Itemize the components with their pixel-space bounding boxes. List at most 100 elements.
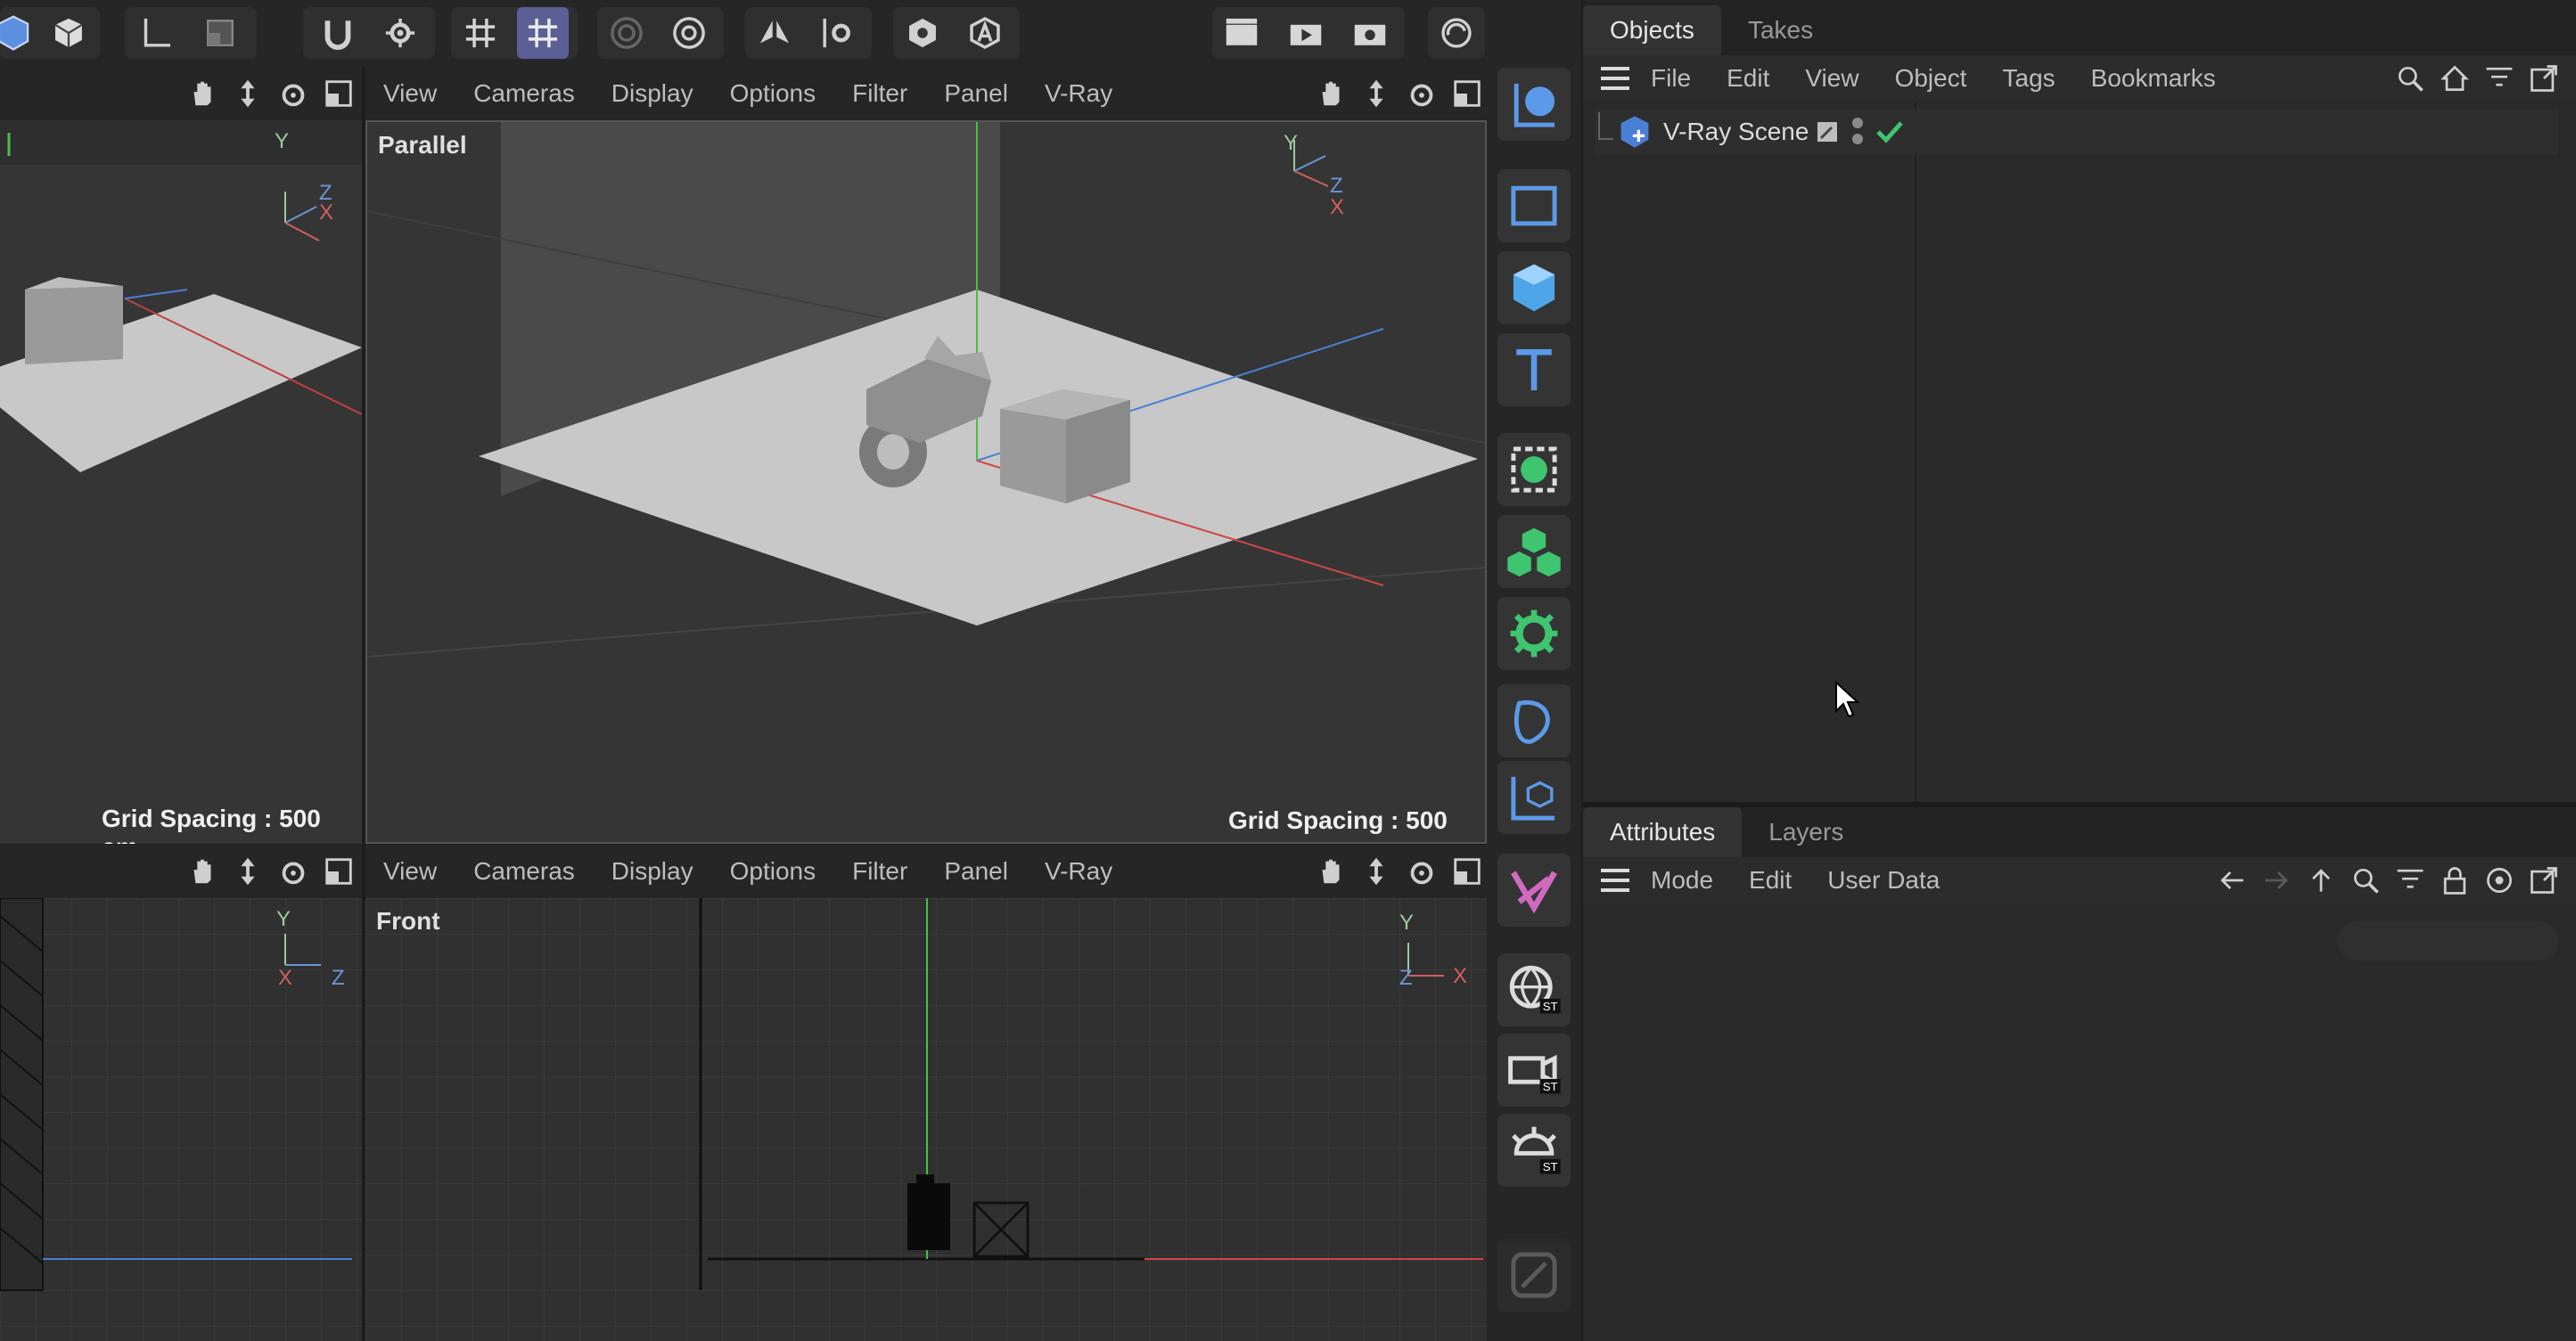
attribute-search-field[interactable] — [2337, 921, 2558, 961]
edit-tag-icon[interactable] — [1815, 119, 1840, 144]
plane-object-icon[interactable] — [1497, 169, 1571, 242]
menu-filter[interactable]: Filter — [852, 79, 907, 108]
move-icon[interactable] — [1359, 854, 1393, 888]
enabled-checkmark-icon[interactable] — [1874, 116, 1906, 148]
menu-vray[interactable]: V-Ray — [1045, 857, 1112, 886]
menu-vray[interactable]: V-Ray — [1045, 79, 1112, 108]
menu-filter[interactable]: Filter — [852, 857, 907, 886]
menu-tags[interactable]: Tags — [2003, 64, 2055, 93]
rotate-icon[interactable] — [276, 854, 310, 888]
tab-attributes[interactable]: Attributes — [1583, 807, 1743, 857]
filter-icon[interactable] — [2483, 62, 2515, 94]
search-icon[interactable] — [2350, 864, 2382, 896]
home-icon[interactable] — [2439, 62, 2471, 94]
move-icon[interactable] — [231, 77, 265, 110]
render-settings-icon[interactable] — [1344, 7, 1396, 59]
auto-icon[interactable] — [959, 7, 1011, 59]
menu-user-data[interactable]: User Data — [1827, 866, 1940, 895]
tab-objects[interactable]: Objects — [1583, 5, 1721, 55]
text-object-icon[interactable] — [1497, 333, 1571, 406]
menu-object[interactable]: Object — [1895, 64, 1967, 93]
menu-file[interactable]: File — [1651, 64, 1691, 93]
render-view-icon[interactable] — [1216, 7, 1267, 59]
front-viewport[interactable]: Front Y X Z — [365, 898, 1487, 1341]
cube-object-icon[interactable] — [1497, 251, 1571, 324]
cloner-icon[interactable] — [1497, 515, 1571, 588]
menu-edit[interactable]: Edit — [1749, 866, 1792, 895]
menu-panel[interactable]: Panel — [944, 857, 1008, 886]
menu-cameras[interactable]: Cameras — [473, 857, 575, 886]
interactive-render-icon[interactable] — [1431, 7, 1482, 59]
tree-row[interactable]: V-Ray Scene — [1596, 109, 2558, 155]
grid-lock-icon[interactable] — [517, 7, 569, 59]
coordinate-icon[interactable] — [1497, 761, 1571, 834]
hamburger-menu-icon[interactable] — [1599, 867, 1631, 894]
axis-x-label: X — [1453, 964, 1468, 988]
camera-st-icon[interactable]: ST — [1497, 1034, 1571, 1107]
up-arrow-icon[interactable] — [2305, 864, 2337, 896]
maximize-icon[interactable] — [1450, 77, 1484, 110]
forward-arrow-icon[interactable] — [2260, 864, 2293, 896]
tree-item-name[interactable]: V-Ray Scene — [1663, 118, 1815, 146]
menu-options[interactable]: Options — [730, 79, 816, 108]
filter-icon[interactable] — [2394, 864, 2426, 896]
edit-disabled-icon[interactable] — [1497, 1239, 1571, 1312]
back-arrow-icon[interactable] — [2216, 864, 2248, 896]
render-picture-viewer-icon[interactable] — [1280, 7, 1332, 59]
menu-display[interactable]: Display — [611, 79, 693, 108]
pan-hand-icon[interactable] — [185, 854, 219, 888]
pan-hand-icon[interactable] — [1314, 77, 1348, 110]
soft-settings-icon[interactable] — [663, 7, 715, 59]
parallel-viewport[interactable]: Parallel Y Z X Grid Spacing : 500 cm — [365, 120, 1487, 844]
maximize-icon[interactable] — [1450, 854, 1484, 888]
rotate-icon[interactable] — [276, 77, 310, 110]
soft-selection-icon[interactable] — [601, 7, 652, 59]
lock-icon[interactable] — [2439, 864, 2471, 896]
sphere-object-icon[interactable] — [1497, 68, 1571, 141]
rotate-icon[interactable] — [1405, 77, 1439, 110]
external-window-icon[interactable] — [2528, 864, 2560, 896]
external-window-icon[interactable] — [2528, 62, 2560, 94]
perspective-viewport[interactable]: Y Z X Grid Spacing : 500 cm — [0, 120, 362, 844]
light-st-icon[interactable]: ST — [1497, 1114, 1571, 1187]
visibility-dots-icon[interactable] — [1847, 116, 1868, 148]
texture-mode-icon[interactable] — [194, 7, 246, 59]
model-mode-icon[interactable] — [43, 7, 94, 59]
snap-settings-icon[interactable] — [374, 7, 426, 59]
menu-view[interactable]: View — [383, 79, 437, 108]
rotate-icon[interactable] — [1405, 854, 1439, 888]
grid-icon[interactable] — [455, 7, 506, 59]
menu-bookmarks[interactable]: Bookmarks — [2091, 64, 2216, 93]
spline-pen-icon[interactable] — [1497, 684, 1571, 757]
menu-cameras[interactable]: Cameras — [473, 79, 575, 108]
cube-mode-icon[interactable] — [0, 7, 39, 59]
symmetry-icon[interactable] — [749, 7, 800, 59]
target-icon[interactable] — [2483, 864, 2515, 896]
menu-edit[interactable]: Edit — [1727, 64, 1769, 93]
maximize-icon[interactable] — [322, 854, 356, 888]
deformer-icon[interactable] — [1497, 597, 1571, 670]
axis-icon[interactable] — [130, 7, 182, 59]
pan-hand-icon[interactable] — [1314, 854, 1348, 888]
pan-hand-icon[interactable] — [185, 77, 219, 110]
tab-takes[interactable]: Takes — [1721, 5, 1840, 55]
menu-view[interactable]: View — [1805, 64, 1858, 93]
move-icon[interactable] — [1359, 77, 1393, 110]
menu-mode[interactable]: Mode — [1651, 866, 1713, 895]
menu-display[interactable]: Display — [611, 857, 693, 886]
move-icon[interactable] — [231, 854, 265, 888]
snap-magnet-icon[interactable] — [312, 7, 364, 59]
menu-options[interactable]: Options — [730, 857, 816, 886]
maximize-icon[interactable] — [322, 77, 356, 110]
hamburger-menu-icon[interactable] — [1599, 65, 1631, 92]
menu-panel[interactable]: Panel — [944, 79, 1008, 108]
tab-layers[interactable]: Layers — [1742, 807, 1870, 857]
viewport-solo-icon[interactable] — [897, 7, 948, 59]
search-icon[interactable] — [2394, 62, 2426, 94]
vray-icon[interactable] — [1497, 854, 1571, 927]
menu-view[interactable]: View — [383, 857, 437, 886]
side-viewport[interactable]: Y Z X — [0, 898, 362, 1341]
symmetry-settings-icon[interactable] — [811, 7, 863, 59]
globe-st-icon[interactable]: ST — [1497, 953, 1571, 1026]
subdivision-icon[interactable] — [1497, 433, 1571, 506]
